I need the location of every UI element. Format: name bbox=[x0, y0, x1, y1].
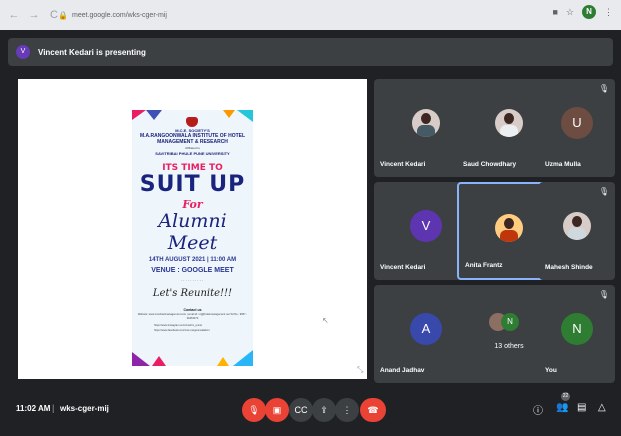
forward-icon[interactable]: → bbox=[28, 8, 40, 22]
participant-name: Anita Frantz bbox=[465, 262, 503, 269]
people-icon[interactable]: 👥 bbox=[556, 402, 568, 413]
presenting-banner: V Vincent Kedari is presenting bbox=[8, 38, 613, 66]
profile-avatar[interactable]: N bbox=[582, 5, 596, 19]
self-tile[interactable]: 🎙 N You bbox=[539, 285, 615, 383]
leave-call-button[interactable]: ☎ bbox=[360, 398, 386, 422]
url-text: meet.google.com/wks-cger-mij bbox=[72, 11, 167, 19]
activities-icon[interactable]: △ bbox=[598, 402, 606, 413]
mouse-cursor-icon: ↖ bbox=[322, 316, 329, 325]
participant-name: Vincent Kedari bbox=[380, 161, 426, 168]
poster-university: SAVITRIBAI PHULE PUNE UNIVERSITY bbox=[155, 151, 230, 156]
poster-line2: SUIT UP bbox=[139, 172, 246, 197]
back-icon[interactable]: ← bbox=[8, 8, 20, 22]
mic-off-icon: 🎙 bbox=[598, 290, 609, 299]
poster-website: Website: www.mcehotelmanagement.com | em… bbox=[137, 313, 248, 320]
meeting-details-icon[interactable]: ⓘ bbox=[533, 402, 543, 417]
separator: | bbox=[52, 403, 55, 413]
alumni-meet-poster: M.C.E. SOCIETY'S M.A.RANGOONWALA INSTITU… bbox=[132, 110, 253, 366]
participant-photo bbox=[495, 109, 523, 137]
menu-dots-icon[interactable]: ⋮ bbox=[604, 7, 613, 18]
mic-off-icon: 🎙 bbox=[598, 187, 609, 196]
participant-avatar: V bbox=[410, 210, 442, 242]
poster-dots: .......... bbox=[180, 277, 205, 283]
camera-indicator-icon[interactable]: ■ bbox=[552, 7, 557, 17]
participant-name: Mahesh Shinde bbox=[545, 264, 593, 271]
poster-affiliation: Affiliated to bbox=[185, 146, 200, 150]
clock-time: 11:02 AM bbox=[16, 404, 51, 413]
captions-button[interactable]: CC bbox=[289, 398, 313, 422]
others-avatar: N bbox=[501, 313, 519, 331]
more-options-button[interactable]: ⋮ bbox=[335, 398, 359, 422]
present-now-button[interactable]: ⇪ bbox=[312, 398, 336, 422]
chat-icon[interactable]: ▤ bbox=[577, 402, 586, 413]
institute-emblem-icon bbox=[186, 117, 198, 127]
poster-venue: VENUE : GOOGLE MEET bbox=[151, 267, 234, 274]
participant-avatar: A bbox=[410, 313, 442, 345]
participant-avatar: U bbox=[561, 107, 593, 139]
poster-social: https://www.instagram.com/mcehm_pune/ ht… bbox=[154, 324, 234, 333]
poster-institute: M.A.RANGOONWALA INSTITUTE OF HOTEL MANAG… bbox=[139, 133, 246, 145]
participant-name: Saud Chowdhary bbox=[463, 161, 517, 168]
poster-date: 14TH AUGUST 2021 | 11:00 AM bbox=[148, 257, 237, 263]
participant-photo bbox=[495, 214, 523, 242]
people-count-badge: 22 bbox=[561, 392, 570, 401]
participant-tile[interactable]: 🎙 U Uzma Mulla bbox=[539, 79, 615, 177]
lock-icon: 🔒 bbox=[58, 11, 68, 20]
poster-facebook: https://www.facebook.com/mce.rangoonwala… bbox=[154, 328, 210, 332]
expand-icon[interactable]: ⤡ bbox=[357, 365, 363, 375]
participant-name: Vincent Kedari bbox=[380, 264, 426, 271]
meeting-code: wks-cger-mij bbox=[60, 404, 109, 413]
meeting-controls-bar: 11:02 AM | wks-cger-mij 🎙 ▣ CC ⇪ ⋮ ☎ ⓘ 2… bbox=[0, 390, 621, 436]
presenter-avatar: V bbox=[16, 45, 30, 59]
participant-name: You bbox=[545, 367, 557, 374]
participant-name: Uzma Mulla bbox=[545, 161, 581, 168]
poster-line4: Alumni Meet bbox=[158, 210, 227, 254]
mic-toggle-button[interactable]: 🎙 bbox=[242, 398, 266, 422]
participant-avatar: N bbox=[561, 313, 593, 345]
participant-photo bbox=[412, 109, 440, 137]
mic-off-icon: 🎙 bbox=[598, 84, 609, 93]
camera-toggle-button[interactable]: ▣ bbox=[265, 398, 289, 422]
browser-toolbar: ← → C 🔒 meet.google.com/wks-cger-mij ■ ☆… bbox=[0, 0, 621, 30]
presenting-text: Vincent Kedari is presenting bbox=[38, 47, 146, 57]
participant-name: Anand Jadhav bbox=[380, 367, 425, 374]
participant-tile[interactable]: 🎙 Mahesh Shinde bbox=[539, 182, 615, 280]
poster-contact: Contact us bbox=[183, 308, 202, 312]
participant-photo bbox=[563, 212, 591, 240]
star-icon[interactable]: ☆ bbox=[566, 7, 574, 18]
address-bar[interactable]: 🔒 meet.google.com/wks-cger-mij bbox=[58, 6, 167, 24]
poster-tagline: Let's Reunite!!! bbox=[152, 288, 233, 299]
